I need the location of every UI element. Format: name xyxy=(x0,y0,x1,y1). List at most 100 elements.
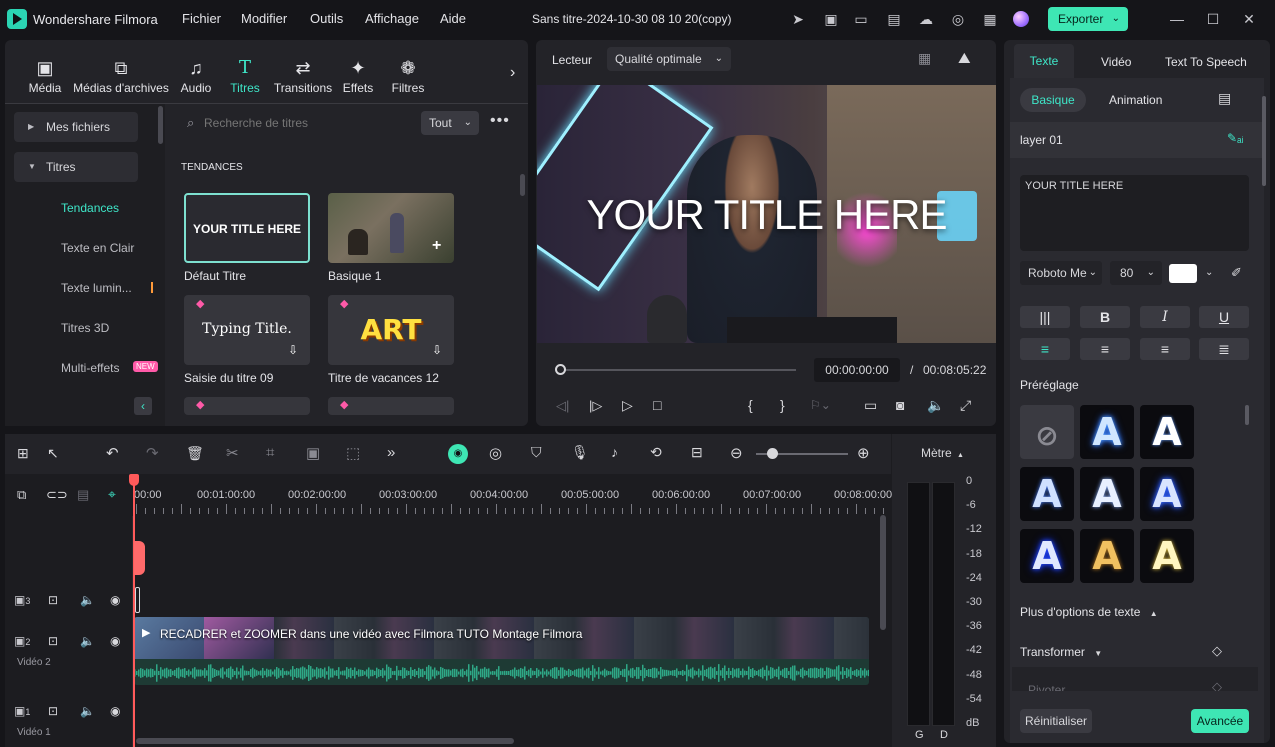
title-text-input[interactable]: YOUR TITLE HERE xyxy=(1020,175,1249,251)
tree-titles[interactable]: ▼ Titres xyxy=(14,152,138,182)
close-icon[interactable]: ✕ xyxy=(1240,10,1258,28)
collapse-sidebar-button[interactable]: ‹ xyxy=(134,397,152,415)
microphone-icon[interactable]: 🎙 xyxy=(571,444,589,461)
stop-icon[interactable]: □ xyxy=(653,397,661,413)
progress-handle[interactable] xyxy=(555,364,566,375)
eye-icon[interactable]: ◉ xyxy=(110,593,120,607)
title-clip-stub[interactable] xyxy=(135,587,140,613)
menu-affichage[interactable]: Affichage xyxy=(365,11,419,26)
cloud-upload-icon[interactable]: ☁ xyxy=(917,10,935,28)
delete-icon[interactable]: 🗑 xyxy=(186,445,204,462)
font-dropdown[interactable]: Roboto Me ⌄ xyxy=(1020,261,1102,285)
speed-icon[interactable]: ◎ xyxy=(489,444,502,462)
export-button[interactable]: Exporter ⌄ xyxy=(1048,7,1128,31)
minimize-icon[interactable]: — xyxy=(1168,10,1186,28)
transform-row[interactable]: Transformer ▼ xyxy=(1020,645,1140,661)
video-overlay-title[interactable]: YOUR TITLE HERE xyxy=(537,191,996,239)
tab-texte[interactable]: Texte xyxy=(1014,44,1074,78)
video-preview[interactable]: YOUR TITLE HERE xyxy=(537,85,996,343)
timeline-ruler[interactable]: 00:00 00:01:00:00 00:02:00:00 00:03:00:00 00… xyxy=(134,478,892,516)
align-left-button[interactable]: ≡ xyxy=(1020,338,1070,360)
grid-view-icon[interactable]: ▦ xyxy=(918,50,931,67)
tab-audio[interactable]: ♫ Audio xyxy=(178,57,214,95)
lock-icon[interactable]: ⊡ xyxy=(48,593,58,607)
avatar[interactable] xyxy=(1013,11,1029,27)
advanced-button[interactable]: Avancée xyxy=(1191,709,1249,733)
current-time[interactable]: 00:00:00:00 xyxy=(814,358,900,382)
layout-grid-icon[interactable]: ⊞ xyxy=(17,445,29,462)
audio-mix-icon[interactable]: ♪ xyxy=(611,444,618,460)
sidebar-scrollbar[interactable] xyxy=(158,106,163,144)
display-icon[interactable]: ▭ xyxy=(864,397,877,414)
tab-text-to-speech[interactable]: Text To Speech xyxy=(1165,55,1247,69)
title-card-typing[interactable]: ◆ Typing Title. ⇩ xyxy=(184,295,310,365)
preset-style-6[interactable]: A xyxy=(1020,529,1074,583)
lock-icon[interactable]: ⊡ xyxy=(48,704,58,718)
title-card-vacances[interactable]: ◆ ART ⇩ xyxy=(328,295,454,365)
previous-frame-icon[interactable]: ◁| xyxy=(556,398,569,414)
video-clip[interactable]: ▶ RECADRER et ZOOMER dans une vidéo avec… xyxy=(134,617,869,685)
headset-icon[interactable]: ◎ xyxy=(949,10,967,28)
more-options-row[interactable]: Plus d'options de texte ▲ xyxy=(1020,605,1220,621)
tab-stock-media[interactable]: ⧉ Médias d'archives xyxy=(72,57,170,95)
preset-style-3[interactable]: A xyxy=(1020,467,1074,521)
properties-scrollbar[interactable] xyxy=(1262,96,1266,186)
chevron-down-icon[interactable]: ⌄ xyxy=(1205,267,1213,278)
tab-filters[interactable]: ❁ Filtres xyxy=(390,57,426,95)
crop-icon[interactable]: ⌗ xyxy=(266,444,274,461)
preset-style-1[interactable]: A xyxy=(1080,405,1134,459)
subtab-basique[interactable]: Basique xyxy=(1020,88,1086,112)
timeline-vertical-scrollbar[interactable] xyxy=(880,515,886,630)
title-card-basic-1[interactable]: + xyxy=(328,193,454,263)
redo-icon[interactable]: ↷ xyxy=(146,444,159,462)
playhead-scrub-tab[interactable] xyxy=(134,541,145,575)
title-card-partial[interactable]: ◆ xyxy=(184,397,310,415)
color-swatch[interactable] xyxy=(1169,264,1197,283)
zoom-out-icon[interactable]: ⊖ xyxy=(730,444,743,462)
menu-aide[interactable]: Aide xyxy=(440,11,466,26)
track-manage-icon[interactable]: ▤ xyxy=(77,487,89,503)
add-icon[interactable]: + xyxy=(432,237,441,255)
sidebar-item-titres-3d[interactable]: Titres 3D xyxy=(61,321,109,335)
menu-modifier[interactable]: Modifier xyxy=(241,11,287,26)
align-center-button[interactable]: ≡ xyxy=(1140,338,1190,360)
sidebar-item-texte-clair[interactable]: Texte en Clair xyxy=(61,241,134,255)
split-screen-icon[interactable]: ⊟ xyxy=(691,444,703,461)
eye-icon[interactable]: ◉ xyxy=(110,704,120,718)
zoom-slider-handle[interactable] xyxy=(767,448,778,459)
title-card-default[interactable]: YOUR TITLE HERE xyxy=(184,193,310,263)
apps-grid-icon[interactable]: ▦ xyxy=(981,10,999,28)
layout-icon[interactable]: ▭ xyxy=(852,10,870,28)
title-card-partial[interactable]: ◆ xyxy=(328,397,454,415)
preset-style-8[interactable]: A xyxy=(1140,529,1194,583)
grid-scrollbar[interactable] xyxy=(520,174,525,196)
italic-button[interactable]: I xyxy=(1140,306,1190,328)
more-tools-icon[interactable]: » xyxy=(387,444,395,461)
download-icon[interactable]: ⇩ xyxy=(288,343,298,357)
zoom-in-icon[interactable]: ⊕ xyxy=(857,444,870,462)
tab-effects[interactable]: ✦ Effets xyxy=(341,57,375,95)
link-icon[interactable]: ⊂⊃ xyxy=(46,487,68,503)
underline-button[interactable]: U xyxy=(1199,306,1249,328)
undo-icon[interactable]: ↶ xyxy=(106,444,119,462)
sidebar-item-tendances[interactable]: Tendances xyxy=(61,201,119,215)
align-right-button[interactable]: ≡ xyxy=(1080,338,1130,360)
preset-style-7[interactable]: A xyxy=(1080,529,1134,583)
marker-icon[interactable]: ⛉ xyxy=(531,444,542,461)
timeline-horizontal-scrollbar[interactable] xyxy=(136,738,514,744)
select-tool-icon[interactable]: ↖ xyxy=(47,445,59,462)
mute-icon[interactable]: 🔈 xyxy=(80,704,95,718)
tab-media[interactable]: ▣ Média xyxy=(28,57,62,95)
camera-icon[interactable]: ◙ xyxy=(896,397,904,413)
eyedropper-icon[interactable]: ✐ xyxy=(1231,265,1242,281)
preset-style-2[interactable]: A xyxy=(1140,405,1194,459)
ai-assistant-icon[interactable]: ◉ xyxy=(448,444,468,464)
playhead-line[interactable] xyxy=(133,478,135,747)
menu-outils[interactable]: Outils xyxy=(310,11,343,26)
lock-icon[interactable]: ⊡ xyxy=(48,634,58,648)
more-options-icon[interactable]: ••• xyxy=(490,112,510,130)
bold-button[interactable]: B xyxy=(1080,306,1130,328)
sidebar-item-texte-lumineux[interactable]: Texte lumin... xyxy=(61,281,132,295)
playhead-handle[interactable] xyxy=(129,474,139,486)
tab-titles[interactable]: T Titres xyxy=(228,57,262,95)
